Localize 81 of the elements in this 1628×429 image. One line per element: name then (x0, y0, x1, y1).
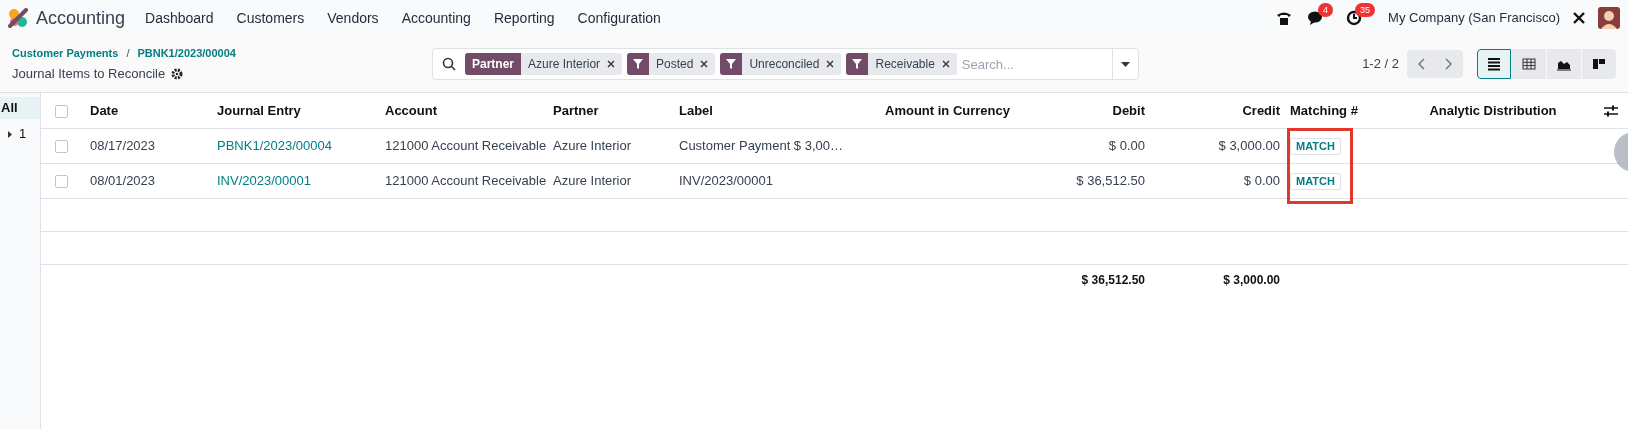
filter-icon (633, 59, 644, 69)
table-view-button[interactable] (1512, 49, 1546, 79)
area-chart-view-button[interactable] (1547, 49, 1581, 79)
notification-badge: 35 (1355, 3, 1376, 17)
facet-value: Azure Interior (527, 56, 602, 73)
side-panel-item[interactable]: 1 (0, 123, 40, 145)
search-bar[interactable]: Partner Azure Interior Posted Unreconciled Receivable Search... (432, 48, 1139, 80)
caret-icon[interactable] (8, 130, 12, 138)
table-icon[interactable] (1521, 56, 1537, 72)
filter-icon (726, 59, 737, 69)
search-facet[interactable]: Receivable (846, 53, 957, 75)
facet-label: Partner (465, 53, 522, 75)
sliders-icon[interactable] (1604, 105, 1618, 118)
column-header[interactable]: Matching # (1290, 102, 1358, 118)
kanban-view-button[interactable] (1582, 49, 1616, 79)
close-icon[interactable] (941, 60, 950, 68)
menu-item[interactable]: Customers (236, 7, 305, 29)
column-header[interactable]: Journal Entry (217, 102, 301, 118)
match-button[interactable]: MATCH (1290, 137, 1341, 155)
close-icon[interactable] (607, 60, 616, 68)
search-icon[interactable] (442, 57, 456, 71)
menu-item[interactable]: Configuration (577, 7, 661, 29)
breadcrumb-link[interactable]: Customer Payments (12, 44, 119, 61)
table-cell: INV/2023/00001 (679, 172, 773, 188)
table-cell: $ 36,512.50 (1076, 172, 1145, 188)
table-cell: 08/01/2023 (90, 172, 156, 188)
table-cell: $ 3,000.00 (1218, 137, 1280, 153)
facet-value: Posted (655, 56, 695, 73)
close-icon[interactable] (826, 60, 835, 68)
column-header[interactable]: Credit (1242, 102, 1280, 118)
search-facet[interactable]: Unreconciled (720, 53, 842, 75)
menu-item[interactable]: Accounting (401, 7, 471, 29)
search-facet[interactable]: Posted (627, 53, 716, 75)
breadcrumb-link[interactable]: PBNK1/2023/00004 (137, 44, 236, 61)
table-cell: 121000 Account Receivable (385, 172, 547, 188)
column-header[interactable]: Amount in Currency (885, 102, 1010, 118)
app-name[interactable]: Accounting (36, 4, 126, 32)
column-header[interactable]: Partner (553, 102, 599, 118)
list-icon[interactable] (1486, 56, 1502, 72)
menu-item[interactable]: Vendors (327, 7, 379, 29)
column-header[interactable]: Date (90, 102, 119, 118)
notification-badge: 4 (1318, 3, 1334, 17)
journal-entry-link[interactable]: PBNK1/2023/00004 (217, 137, 332, 153)
table-cell: 08/17/2023 (90, 137, 156, 153)
close-icon[interactable] (700, 60, 709, 68)
table-cell: Customer Payment $ 3,00… (679, 137, 844, 153)
search-field[interactable]: Search... (961, 49, 1112, 79)
search-facet[interactable]: Partner Azure Interior (465, 53, 623, 75)
column-header[interactable]: Debit (1112, 102, 1145, 118)
gear-icon[interactable] (171, 67, 184, 80)
column-header[interactable]: Account (385, 102, 437, 118)
menu-item[interactable]: Reporting (493, 7, 555, 29)
column-header[interactable]: Label (679, 102, 713, 118)
filter-icon (852, 59, 863, 69)
breadcrumb-separator: / (126, 45, 130, 61)
row-checkbox[interactable] (55, 174, 68, 188)
menu-item[interactable]: Dashboard (145, 7, 214, 29)
table-cell: Azure Interior (553, 172, 632, 188)
column-header[interactable]: Analytic Distribution (1429, 102, 1557, 118)
table-cell: Azure Interior (553, 137, 632, 153)
facet-value: Unreconciled (748, 56, 821, 73)
table-cell: 121000 Account Receivable (385, 137, 547, 153)
side-panel-item[interactable]: All (0, 97, 40, 119)
match-button[interactable]: MATCH (1290, 172, 1341, 190)
phone-icon[interactable] (1276, 10, 1293, 26)
company-switcher[interactable]: My Company (San Francisco) (1388, 8, 1560, 28)
facet-value: Receivable (874, 56, 936, 73)
debit-total: $ 36,512.50 (1081, 273, 1145, 288)
row-checkbox[interactable] (55, 139, 68, 153)
app-logo-icon[interactable] (8, 8, 28, 28)
page-title: Journal Items to Reconcile (12, 65, 166, 83)
select-all-checkbox[interactable] (55, 104, 68, 118)
list-view-button[interactable] (1477, 49, 1511, 79)
pager-value: 1-2 / 2 (1362, 55, 1399, 74)
table-cell: $ 0.00 (1108, 137, 1145, 153)
credit-total: $ 3,000.00 (1223, 273, 1280, 288)
caret-icon[interactable] (1121, 61, 1130, 67)
journal-entry-link[interactable]: INV/2023/00001 (217, 172, 311, 188)
kanban-icon[interactable] (1591, 56, 1607, 72)
avatar-icon[interactable] (1598, 7, 1620, 29)
table-cell: $ 0.00 (1243, 172, 1280, 188)
